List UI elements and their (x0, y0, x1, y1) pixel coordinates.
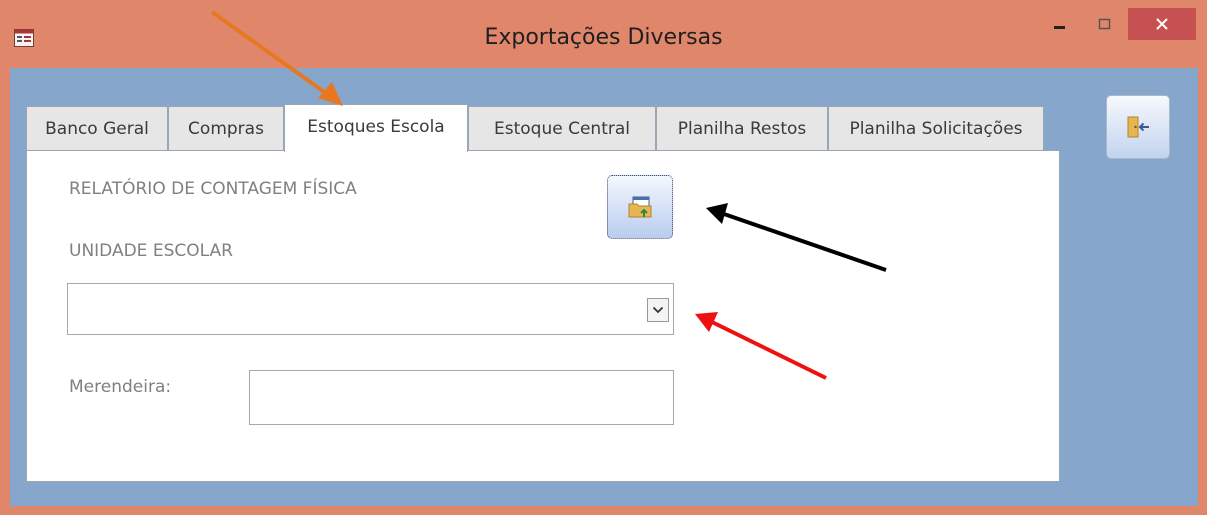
exit-button[interactable] (1106, 95, 1170, 159)
form-area: Banco Geral Compras Estoques Escola Esto… (10, 68, 1198, 506)
export-report-button[interactable] (607, 175, 673, 239)
tab-estoques-escola[interactable]: Estoques Escola (284, 104, 468, 152)
tab-panel-estoques-escola: RELATÓRIO DE CONTAGEM FÍSICA UNIDADE ESC… (26, 150, 1060, 482)
window-title: Exportações Diversas (484, 25, 723, 50)
chevron-down-icon (652, 306, 664, 314)
unidade-escolar-combo[interactable] (67, 283, 674, 335)
title-bar[interactable]: Exportações Diversas (0, 0, 1207, 70)
report-title-label: RELATÓRIO DE CONTAGEM FÍSICA (69, 179, 357, 199)
tab-estoque-central[interactable]: Estoque Central (468, 106, 656, 150)
close-icon (1156, 18, 1168, 30)
tab-compras[interactable]: Compras (168, 106, 284, 150)
unit-label: UNIDADE ESCOLAR (69, 241, 233, 261)
tab-planilha-solicitacoes[interactable]: Planilha Solicitações (828, 106, 1044, 150)
close-button[interactable] (1128, 8, 1196, 40)
minimize-button[interactable] (1036, 8, 1084, 40)
export-table-icon (628, 196, 652, 218)
exit-door-icon (1127, 116, 1149, 138)
maximize-icon (1098, 18, 1111, 30)
tab-banco-geral[interactable]: Banco Geral (26, 106, 168, 150)
app-window: Exportações Diversas Banco Geral Compras… (0, 0, 1207, 515)
merendeira-field[interactable] (249, 370, 674, 425)
merendeira-label: Merendeira: (69, 377, 172, 397)
tab-planilha-restos[interactable]: Planilha Restos (656, 106, 828, 150)
combo-dropdown-button[interactable] (647, 298, 669, 322)
minimize-icon (1054, 26, 1065, 29)
maximize-button[interactable] (1084, 8, 1126, 40)
